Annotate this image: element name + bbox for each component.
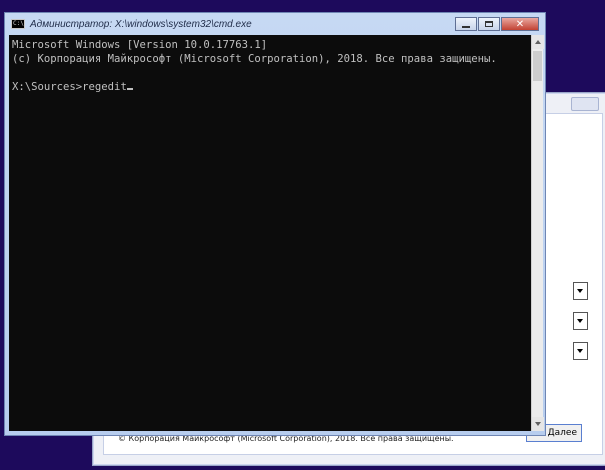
minimize-button[interactable] — [455, 17, 477, 31]
console-icon[interactable]: C:\ — [11, 19, 25, 29]
text-cursor — [126, 88, 133, 90]
console-output[interactable]: Microsoft Windows [Version 10.0.17763.1]… — [9, 35, 531, 431]
window-title: Администратор: X:\windows\system32\cmd.e… — [30, 18, 252, 30]
close-icon: ✕ — [515, 18, 525, 30]
setup-close-button[interactable] — [571, 97, 599, 111]
console-prompt: X:\Sources> — [12, 81, 83, 93]
cmd-titlebar[interactable]: C:\ Администратор: X:\windows\system32\c… — [5, 13, 545, 35]
window-controls: ✕ — [454, 17, 539, 31]
console-input[interactable]: regedit — [82, 81, 127, 93]
console-line-copyright: (c) Корпорация Майкрософт (Microsoft Cor… — [12, 53, 497, 65]
time-format-dropdown[interactable] — [573, 312, 588, 330]
scroll-down-icon[interactable] — [532, 417, 544, 431]
language-dropdown[interactable] — [573, 282, 588, 300]
scroll-up-icon[interactable] — [532, 35, 544, 49]
console-line-version: Microsoft Windows [Version 10.0.17763.1] — [12, 39, 268, 51]
close-button[interactable]: ✕ — [501, 17, 539, 31]
maximize-icon — [485, 21, 493, 27]
vertical-scrollbar[interactable] — [531, 35, 544, 431]
minimize-icon — [462, 25, 470, 28]
scroll-thumb[interactable] — [533, 51, 542, 81]
maximize-button[interactable] — [478, 17, 500, 31]
keyboard-dropdown[interactable] — [573, 342, 588, 360]
cmd-window: C:\ Администратор: X:\windows\system32\c… — [4, 12, 546, 436]
